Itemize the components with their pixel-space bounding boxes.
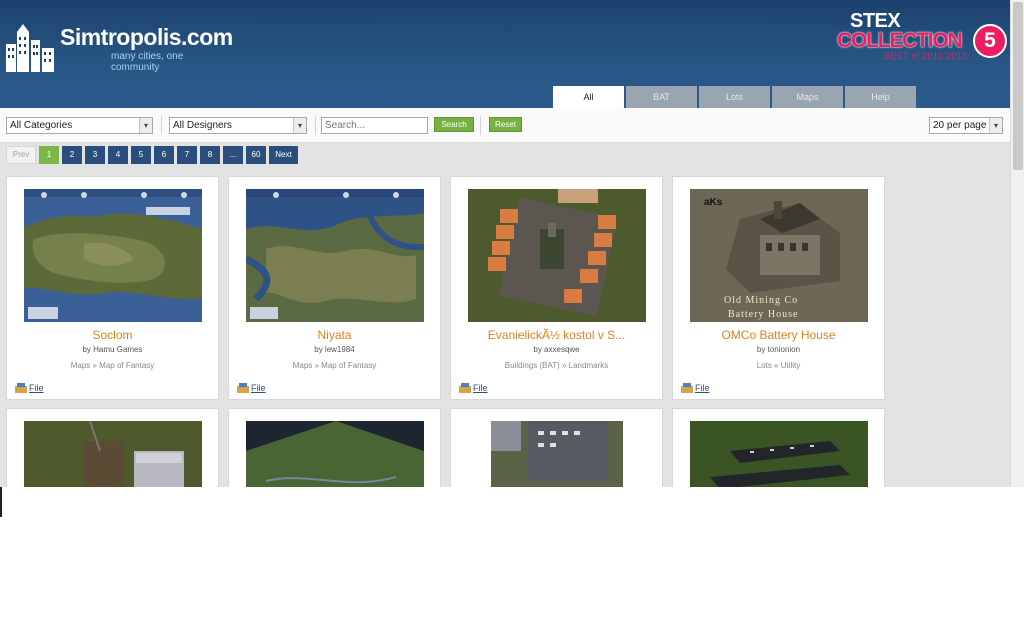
file-thumbnail[interactable] [468,421,646,487]
file-card[interactable] [672,408,885,487]
file-title[interactable]: OMCo Battery House [673,328,884,342]
file-download-icon [681,383,693,393]
category-select[interactable]: All Categories ▾ [6,117,153,134]
chevron-down-icon: ▾ [989,118,1002,133]
tab-maps[interactable]: Maps [772,86,843,108]
next-page-button[interactable]: Next [269,146,298,164]
browser-viewport: Simtropolis.com many cities, one communi… [0,0,1024,487]
stex-collection-label: COLLECTION [837,29,963,52]
file-download-icon [459,383,471,393]
file-card[interactable]: Soclom by Hamu Games Maps » Map of Fanta… [6,176,219,400]
city-skyline-icon [6,24,54,72]
watermark-text: Old Mining Co [724,295,798,306]
per-page-select[interactable]: 20 per page ▾ [929,117,1003,134]
scrollbar-thumb[interactable] [1013,2,1023,170]
page-7-button[interactable]: 7 [177,146,197,164]
divider [315,116,316,135]
file-thumbnail[interactable] [246,421,424,487]
file-category[interactable]: Buildings (BAT) » Landmarks [451,361,662,370]
page-6-button[interactable]: 6 [154,146,174,164]
file-thumbnail[interactable] [468,189,646,322]
file-link-label: File [251,383,266,393]
tab-bat[interactable]: BAT [626,86,697,108]
file-link[interactable]: File [237,383,266,393]
file-thumbnail[interactable] [246,189,424,322]
divider [161,116,162,135]
stex-subtitle: BEST of 2011-2013 [884,51,968,61]
category-tabs: All BAT Lots Maps Help [553,86,916,108]
page-8-button[interactable]: 8 [200,146,220,164]
file-category[interactable]: Maps » Map of Fantasy [7,361,218,370]
page-4-button[interactable]: 4 [108,146,128,164]
designer-select-value: All Designers [173,120,232,131]
file-card[interactable] [450,408,663,487]
page-1-button[interactable]: 1 [39,146,59,164]
file-card[interactable]: Niyata by lew1984 Maps » Map of Fantasy … [228,176,441,400]
divider [480,116,481,135]
chevron-down-icon: ▾ [139,118,152,133]
file-card[interactable]: aKs Old Mining Co Battery House OMCo Bat… [672,176,885,400]
designer-select[interactable]: All Designers ▾ [169,117,307,134]
file-category[interactable]: Lots » Utility [673,361,884,370]
file-title[interactable]: Niyata [229,328,440,342]
page-3-button[interactable]: 3 [85,146,105,164]
file-download-icon [15,383,27,393]
search-button[interactable]: Search [434,117,474,132]
file-thumbnail[interactable]: aKs Old Mining Co Battery House [690,189,868,322]
file-link-label: File [473,383,488,393]
file-title[interactable]: EvanielickÃ½ kostol v S... [451,328,662,342]
page-2-button[interactable]: 2 [62,146,82,164]
file-download-icon [237,383,249,393]
file-link[interactable]: File [459,383,488,393]
site-tagline: many cities, one community [111,51,184,73]
prev-page-button[interactable]: Prev [6,146,36,164]
chevron-down-icon: ▾ [293,118,306,133]
file-link-label: File [695,383,710,393]
tab-all[interactable]: All [553,86,624,108]
text-cursor [0,487,2,517]
file-category[interactable]: Maps » Map of Fantasy [229,361,440,370]
page-60-button[interactable]: 60 [246,146,266,164]
file-link-label: File [29,383,44,393]
search-input[interactable] [321,117,428,134]
file-card[interactable] [6,408,219,487]
pagination: Prev 1 2 3 4 5 6 7 8 ... 60 Next [6,146,298,164]
page-scrollbar[interactable] [1010,0,1024,487]
file-thumbnail[interactable] [24,189,202,322]
reset-button[interactable]: Reset [489,117,522,132]
page-5-button[interactable]: 5 [131,146,151,164]
per-page-value: 20 per page [933,120,987,131]
stex-collection-banner[interactable]: STEX COLLECTION 5 BEST of 2011-2013 [836,10,1008,66]
file-link[interactable]: File [681,383,710,393]
site-header: Simtropolis.com many cities, one communi… [0,0,1010,108]
file-author[interactable]: by tonionion [673,345,884,354]
site-logo[interactable]: Simtropolis.com many cities, one communi… [4,20,234,73]
file-link[interactable]: File [15,383,44,393]
file-card[interactable]: EvanielickÃ½ kostol v S... by axxesqwe B… [450,176,663,400]
file-author[interactable]: by Hamu Games [7,345,218,354]
file-title[interactable]: Soclom [7,328,218,342]
tab-help[interactable]: Help [845,86,916,108]
category-select-value: All Categories [10,120,73,131]
stex-number-badge: 5 [973,24,1007,58]
tab-lots[interactable]: Lots [699,86,770,108]
site-name: Simtropolis.com [60,24,233,50]
file-grid: Soclom by Hamu Games Maps » Map of Fanta… [0,176,1010,487]
file-thumbnail[interactable] [690,421,868,487]
watermark-text: Battery House [728,309,799,320]
file-author[interactable]: by axxesqwe [451,345,662,354]
file-thumbnail[interactable] [24,421,202,487]
page-ellipsis: ... [223,146,243,164]
watermark-text: aKs [704,197,723,208]
file-author[interactable]: by lew1984 [229,345,440,354]
file-card[interactable] [228,408,441,487]
